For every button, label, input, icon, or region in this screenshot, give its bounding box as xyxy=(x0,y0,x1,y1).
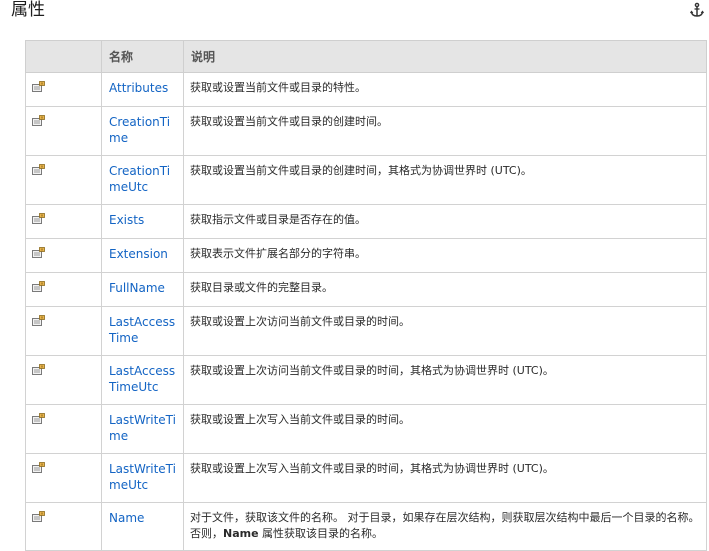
property-name-link[interactable]: CreationTime xyxy=(101,106,184,156)
header-icon-column xyxy=(25,40,102,73)
description-bold-term: Name xyxy=(223,527,259,540)
property-name-link[interactable]: Attributes xyxy=(101,72,184,107)
table-header-row: 名称 说明 xyxy=(25,40,707,73)
table-row: LastWriteTime 获取或设置上次写入当前文件或目录的时间。 xyxy=(25,404,707,454)
table-row: LastAccessTime 获取或设置上次访问当前文件或目录的时间。 xyxy=(25,306,707,356)
header-description-column: 说明 xyxy=(183,40,707,73)
property-icon-cell xyxy=(25,404,102,454)
property-name-link[interactable]: LastAccessTimeUtc xyxy=(101,355,184,405)
property-icon-cell xyxy=(25,106,102,156)
property-name-link[interactable]: FullName xyxy=(101,272,184,307)
property-description: 获取或设置上次访问当前文件或目录的时间。 xyxy=(183,306,707,356)
property-icon-cell xyxy=(25,72,102,107)
table-row: LastAccessTimeUtc 获取或设置上次访问当前文件或目录的时间，其格式… xyxy=(25,355,707,405)
table-row: Extension 获取表示文件扩展名部分的字符串。 xyxy=(25,238,707,273)
property-icon xyxy=(31,462,45,474)
property-icon-cell xyxy=(25,238,102,273)
property-name-link[interactable]: LastWriteTime xyxy=(101,404,184,454)
property-description: 获取或设置当前文件或目录的特性。 xyxy=(183,72,707,107)
property-icon xyxy=(31,413,45,425)
property-description: 获取表示文件扩展名部分的字符串。 xyxy=(183,238,707,273)
property-icon xyxy=(31,81,45,93)
property-description: 获取或设置上次写入当前文件或目录的时间。 xyxy=(183,404,707,454)
property-description: 获取或设置上次写入当前文件或目录的时间，其格式为协调世界时 (UTC)。 xyxy=(183,453,707,503)
description-text: 属性获取该目录的名称。 xyxy=(258,527,384,540)
property-icon xyxy=(31,164,45,176)
property-description: 获取或设置上次访问当前文件或目录的时间，其格式为协调世界时 (UTC)。 xyxy=(183,355,707,405)
property-icon-cell xyxy=(25,306,102,356)
table-row: CreationTime 获取或设置当前文件或目录的创建时间。 xyxy=(25,106,707,156)
property-description: 获取指示文件或目录是否存在的值。 xyxy=(183,204,707,239)
property-name-link[interactable]: Extension xyxy=(101,238,184,273)
property-name-link[interactable]: CreationTimeUtc xyxy=(101,155,184,205)
property-icon xyxy=(31,247,45,259)
property-name-link[interactable]: Exists xyxy=(101,204,184,239)
property-icon xyxy=(31,281,45,293)
property-name-link[interactable]: LastAccessTime xyxy=(101,306,184,356)
property-icon-cell xyxy=(25,355,102,405)
property-icon xyxy=(31,511,45,523)
property-icon xyxy=(31,213,45,225)
anchor-icon[interactable] xyxy=(689,2,705,18)
property-icon-cell xyxy=(25,453,102,503)
table-row: CreationTimeUtc 获取或设置当前文件或目录的创建时间，其格式为协调世… xyxy=(25,155,707,205)
property-icon xyxy=(31,115,45,127)
table-row: Name 对于文件，获取该文件的名称。 对于目录，如果存在层次结构，则获取层次结构… xyxy=(25,502,707,551)
property-description: 获取或设置当前文件或目录的创建时间。 xyxy=(183,106,707,156)
property-description: 获取目录或文件的完整目录。 xyxy=(183,272,707,307)
property-icon-cell xyxy=(25,502,102,551)
property-description: 获取或设置当前文件或目录的创建时间，其格式为协调世界时 (UTC)。 xyxy=(183,155,707,205)
header-name-column: 名称 xyxy=(101,40,184,73)
section-title: 属性 xyxy=(11,0,45,20)
table-row: FullName 获取目录或文件的完整目录。 xyxy=(25,272,707,307)
properties-table: 名称 说明 Attributes 获取或设置当前文件或目录的特性。 Creatio… xyxy=(25,40,707,551)
table-row: Attributes 获取或设置当前文件或目录的特性。 xyxy=(25,72,707,107)
property-icon xyxy=(31,315,45,327)
table-row: LastWriteTimeUtc 获取或设置上次写入当前文件或目录的时间，其格式为… xyxy=(25,453,707,503)
property-icon-cell xyxy=(25,204,102,239)
table-row: Exists 获取指示文件或目录是否存在的值。 xyxy=(25,204,707,239)
property-icon-cell xyxy=(25,155,102,205)
property-name-link[interactable]: Name xyxy=(101,502,184,551)
property-icon xyxy=(31,364,45,376)
property-icon-cell xyxy=(25,272,102,307)
property-name-link[interactable]: LastWriteTimeUtc xyxy=(101,453,184,503)
property-description: 对于文件，获取该文件的名称。 对于目录，如果存在层次结构，则获取层次结构中最后一… xyxy=(183,502,707,551)
